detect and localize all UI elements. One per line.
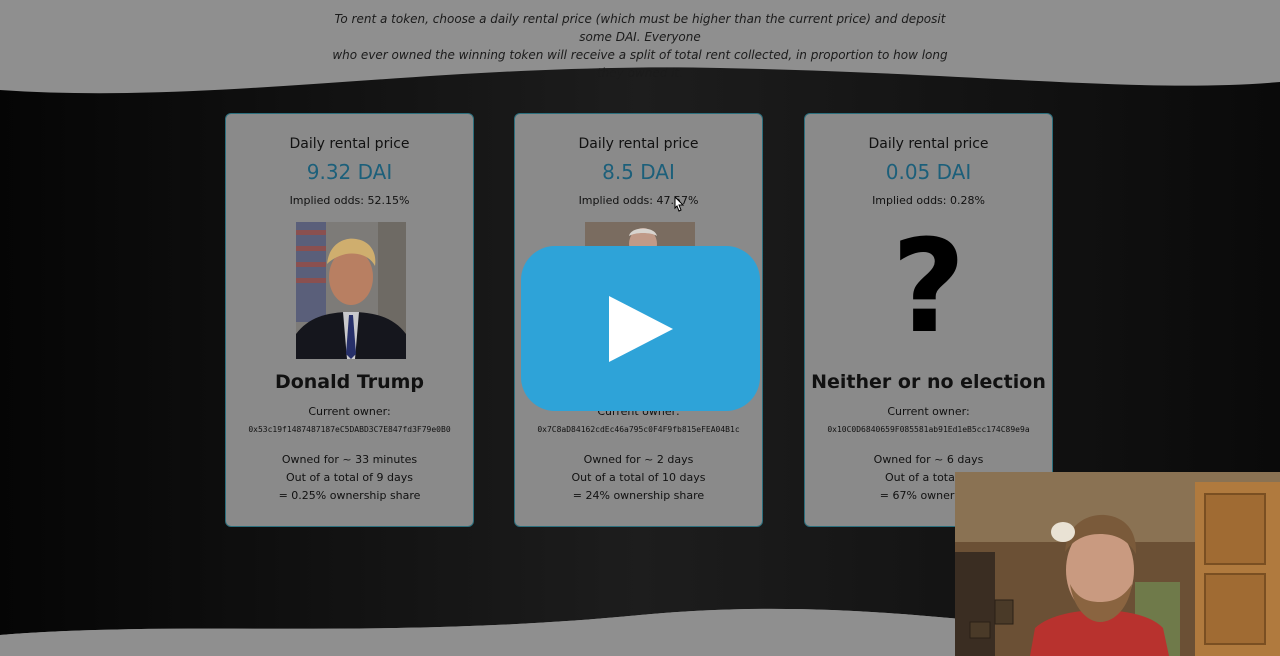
intro-line-2: who ever owned the winning token will re… bbox=[332, 48, 948, 80]
current-owner-label: Current owner: bbox=[887, 405, 970, 418]
ownership-share: = 24% ownership share bbox=[572, 489, 705, 502]
implied-odds: Implied odds: 0.28% bbox=[872, 194, 985, 207]
rental-price-label: Daily rental price bbox=[289, 136, 410, 152]
question-mark-symbol: ? bbox=[891, 213, 966, 362]
current-owner-label: Current owner: bbox=[308, 405, 391, 418]
candidate-name: Neither or no election bbox=[811, 371, 1046, 393]
token-card-trump[interactable]: Daily rental price 9.32 DAI Implied odds… bbox=[225, 113, 474, 527]
rental-price-label: Daily rental price bbox=[868, 136, 989, 152]
owned-for: Owned for ~ 6 days bbox=[873, 453, 984, 466]
implied-odds: Implied odds: 47.57% bbox=[578, 194, 699, 207]
rental-price-value: 9.32 DAI bbox=[306, 160, 393, 184]
ownership-share: = 0.25% ownership share bbox=[278, 489, 421, 502]
rental-price-label: Daily rental price bbox=[578, 136, 699, 152]
play-icon bbox=[608, 295, 673, 362]
candidate-portrait-image bbox=[296, 222, 406, 359]
implied-odds: Implied odds: 52.15% bbox=[289, 194, 410, 207]
owner-address[interactable]: 0x7C8aD84162cdEc46a795c0F4F9fb815eFEA04B… bbox=[515, 425, 762, 434]
rental-price-value: 8.5 DAI bbox=[602, 160, 675, 184]
webcam-video-overlay bbox=[955, 472, 1280, 656]
owned-for: Owned for ~ 2 days bbox=[583, 453, 694, 466]
total-duration: Out of a total of 10 days bbox=[571, 471, 706, 484]
intro-text: To rent a token, choose a daily rental p… bbox=[320, 10, 960, 82]
rental-price-value: 0.05 DAI bbox=[885, 160, 972, 184]
video-play-button[interactable] bbox=[521, 246, 760, 411]
owner-address[interactable]: 0x53c19f1487487187eC5DABD3C7E847fd3F79e0… bbox=[226, 425, 473, 434]
presenter-video-image bbox=[955, 472, 1280, 656]
token-card-neither[interactable]: Daily rental price 0.05 DAI Implied odds… bbox=[804, 113, 1053, 527]
intro-line-1: To rent a token, choose a daily rental p… bbox=[334, 12, 946, 44]
mouse-pointer-icon bbox=[674, 196, 685, 212]
owned-for: Owned for ~ 33 minutes bbox=[281, 453, 418, 466]
candidate-name: Donald Trump bbox=[274, 371, 425, 393]
total-duration: Out of a total of 9 days bbox=[286, 471, 413, 484]
owner-address[interactable]: 0x10C0D6840659F085581ab91Ed1eB5cc174C89e… bbox=[805, 425, 1052, 434]
